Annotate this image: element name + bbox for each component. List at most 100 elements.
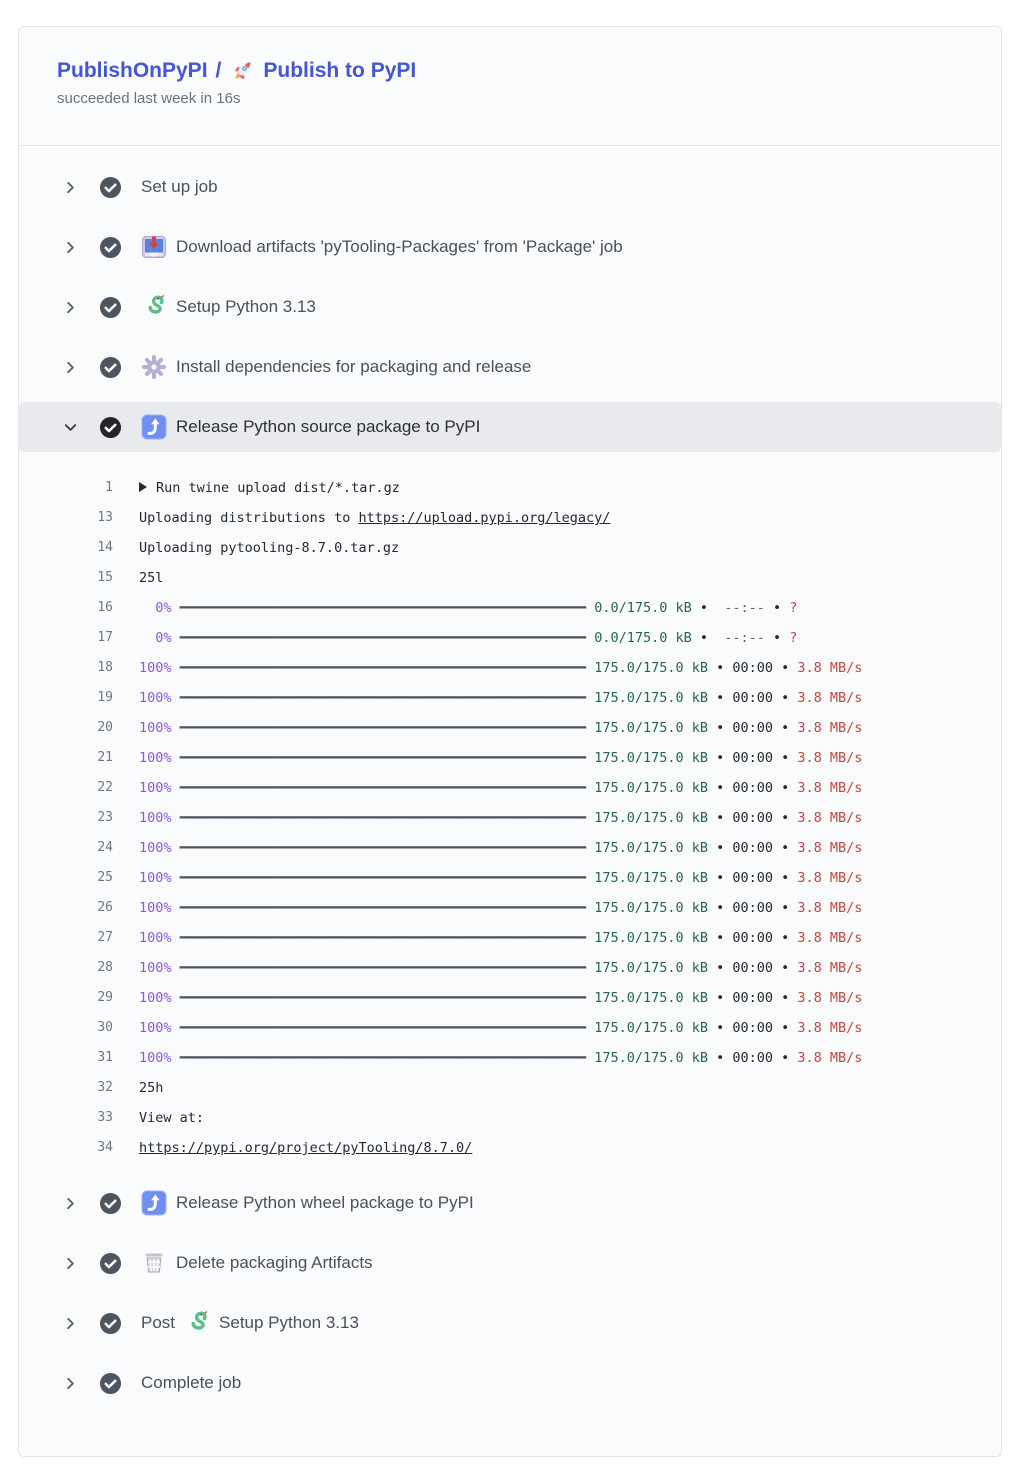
log-line-number[interactable]: 25 (19, 863, 113, 893)
log-line-number[interactable]: 24 (19, 833, 113, 863)
progress-percent: 100% (139, 900, 172, 916)
step-row-delete-packaging-artifacts[interactable]: Delete packaging Artifacts (19, 1233, 1001, 1293)
log-line-number[interactable]: 23 (19, 803, 113, 833)
step-label: Install dependencies for packaging and r… (176, 357, 531, 377)
progress-rate: 3.8 MB/s (797, 690, 862, 706)
log-line-number[interactable]: 26 (19, 893, 113, 923)
log-line: 21100% ━━━━━━━━━━━━━━━━━━━━━━━━━━━━━━━━━… (19, 743, 1001, 773)
step-label: Release Python wheel package to PyPI (176, 1193, 474, 1213)
step-row-setup-python[interactable]: Setup Python 3.13 (19, 277, 1001, 337)
log-line-number[interactable]: 1 (19, 473, 113, 503)
chevron-right-icon (63, 1315, 79, 1331)
chevron-right-icon (63, 1255, 79, 1271)
progress-size: 175.0/175.0 kB (594, 900, 708, 916)
progress-rate: 3.8 MB/s (797, 900, 862, 916)
log-line-number[interactable]: 17 (19, 623, 113, 653)
rocket-icon (231, 59, 255, 83)
log-line: 31100% ━━━━━━━━━━━━━━━━━━━━━━━━━━━━━━━━━… (19, 1043, 1001, 1073)
progress-percent: 100% (139, 810, 172, 826)
progress-time: 00:00 (732, 660, 773, 676)
step-row-release-wheel-package[interactable]: Release Python wheel package to PyPI (19, 1173, 1001, 1233)
progress-time: 00:00 (732, 690, 773, 706)
log-line-number[interactable]: 34 (19, 1133, 113, 1163)
progress-bar: ━━━━━━━━━━━━━━━━━━━━━━━━━━━━━━━━━━━━━━━━… (180, 840, 586, 856)
log-line-number[interactable]: 29 (19, 983, 113, 1013)
chevron-right-icon (63, 299, 79, 315)
progress-bar: ━━━━━━━━━━━━━━━━━━━━━━━━━━━━━━━━━━━━━━━━… (180, 600, 586, 616)
log-line-number[interactable]: 16 (19, 593, 113, 623)
step-label: Setup Python 3.13 (219, 1313, 359, 1333)
log-line-number[interactable]: 15 (19, 563, 113, 593)
job-steps-card: PublishOnPyPI / Publish to PyPI succeede… (18, 26, 1002, 1457)
log-line-number[interactable]: 21 (19, 743, 113, 773)
progress-percent: 100% (139, 990, 172, 1006)
log-line-number[interactable]: 22 (19, 773, 113, 803)
step-row-set-up-job[interactable]: Set up job (19, 157, 1001, 217)
log-line-number[interactable]: 19 (19, 683, 113, 713)
gear-icon (141, 354, 167, 380)
progress-bar: ━━━━━━━━━━━━━━━━━━━━━━━━━━━━━━━━━━━━━━━━… (180, 930, 586, 946)
progress-bar: ━━━━━━━━━━━━━━━━━━━━━━━━━━━━━━━━━━━━━━━━… (180, 780, 586, 796)
progress-time: 00:00 (732, 870, 773, 886)
progress-rate: 3.8 MB/s (797, 750, 862, 766)
step-label: Complete job (141, 1373, 241, 1393)
step-label: Download artifacts 'pyTooling-Packages' … (176, 237, 623, 257)
progress-rate: 3.8 MB/s (797, 720, 862, 736)
log-link[interactable]: https://pypi.org/project/pyTooling/8.7.0… (139, 1140, 472, 1156)
log-line-number[interactable]: 32 (19, 1073, 113, 1103)
progress-percent: 0% (139, 600, 172, 616)
log-line-number[interactable]: 14 (19, 533, 113, 563)
step-row-install-dependencies[interactable]: Install dependencies for packaging and r… (19, 337, 1001, 397)
log-line: 32 25h (19, 1073, 1001, 1103)
progress-time: --:-- (724, 630, 765, 646)
step-row-post-setup-python[interactable]: Post Setup Python 3.13 (19, 1293, 1001, 1353)
progress-bar: ━━━━━━━━━━━━━━━━━━━━━━━━━━━━━━━━━━━━━━━━… (180, 810, 586, 826)
log-line: 17 0% ━━━━━━━━━━━━━━━━━━━━━━━━━━━━━━━━━━… (19, 623, 1001, 653)
progress-time: 00:00 (732, 720, 773, 736)
log-line-number[interactable]: 20 (19, 713, 113, 743)
step-row-complete-job[interactable]: Complete job (19, 1353, 1001, 1413)
log-link[interactable]: https://upload.pypi.org/legacy/ (358, 510, 610, 526)
log-line-number[interactable]: 13 (19, 503, 113, 533)
log-line-number[interactable]: 30 (19, 1013, 113, 1043)
step-row-download-artifacts[interactable]: Download artifacts 'pyTooling-Packages' … (19, 217, 1001, 277)
progress-rate: 3.8 MB/s (797, 990, 862, 1006)
step-row-release-source-package[interactable]: Release Python source package to PyPI (19, 402, 1001, 452)
log-line-number[interactable]: 28 (19, 953, 113, 983)
progress-size: 175.0/175.0 kB (594, 840, 708, 856)
log-text: 25l (139, 570, 163, 586)
progress-rate: 3.8 MB/s (797, 840, 862, 856)
title-separator: / (216, 59, 222, 83)
success-check-icon (99, 296, 122, 319)
progress-size: 175.0/175.0 kB (594, 780, 708, 796)
run-status-line: succeeded last week in 16s (57, 90, 963, 107)
progress-time: 00:00 (732, 930, 773, 946)
log-line-number[interactable]: 27 (19, 923, 113, 953)
progress-bar: ━━━━━━━━━━━━━━━━━━━━━━━━━━━━━━━━━━━━━━━━… (180, 870, 586, 886)
log-line-number[interactable]: 33 (19, 1103, 113, 1133)
log-line-number[interactable]: 18 (19, 653, 113, 683)
success-check-icon (99, 1372, 122, 1395)
progress-size: 175.0/175.0 kB (594, 1020, 708, 1036)
chevron-right-icon (63, 1195, 79, 1211)
log-line: 20100% ━━━━━━━━━━━━━━━━━━━━━━━━━━━━━━━━━… (19, 713, 1001, 743)
progress-percent: 100% (139, 1020, 172, 1036)
progress-percent: 0% (139, 630, 172, 646)
log-text: 25h (139, 1080, 163, 1096)
chevron-right-icon (63, 179, 79, 195)
progress-size: 175.0/175.0 kB (594, 870, 708, 886)
progress-percent: 100% (139, 780, 172, 796)
log-line-number[interactable]: 31 (19, 1043, 113, 1073)
log-line: 14Uploading pytooling-8.7.0.tar.gz (19, 533, 1001, 563)
progress-bar: ━━━━━━━━━━━━━━━━━━━━━━━━━━━━━━━━━━━━━━━━… (180, 690, 586, 706)
progress-time: 00:00 (732, 1020, 773, 1036)
success-check-icon (99, 176, 122, 199)
log-line: 34 https://pypi.org/project/pyTooling/8.7… (19, 1133, 1001, 1163)
log-line: 28100% ━━━━━━━━━━━━━━━━━━━━━━━━━━━━━━━━━… (19, 953, 1001, 983)
log-line: 19100% ━━━━━━━━━━━━━━━━━━━━━━━━━━━━━━━━━… (19, 683, 1001, 713)
log-line: 18100% ━━━━━━━━━━━━━━━━━━━━━━━━━━━━━━━━━… (19, 653, 1001, 683)
log-line: 26100% ━━━━━━━━━━━━━━━━━━━━━━━━━━━━━━━━━… (19, 893, 1001, 923)
progress-percent: 100% (139, 720, 172, 736)
success-check-icon (99, 1252, 122, 1275)
job-title: PublishOnPyPI / Publish to PyPI (57, 59, 963, 83)
